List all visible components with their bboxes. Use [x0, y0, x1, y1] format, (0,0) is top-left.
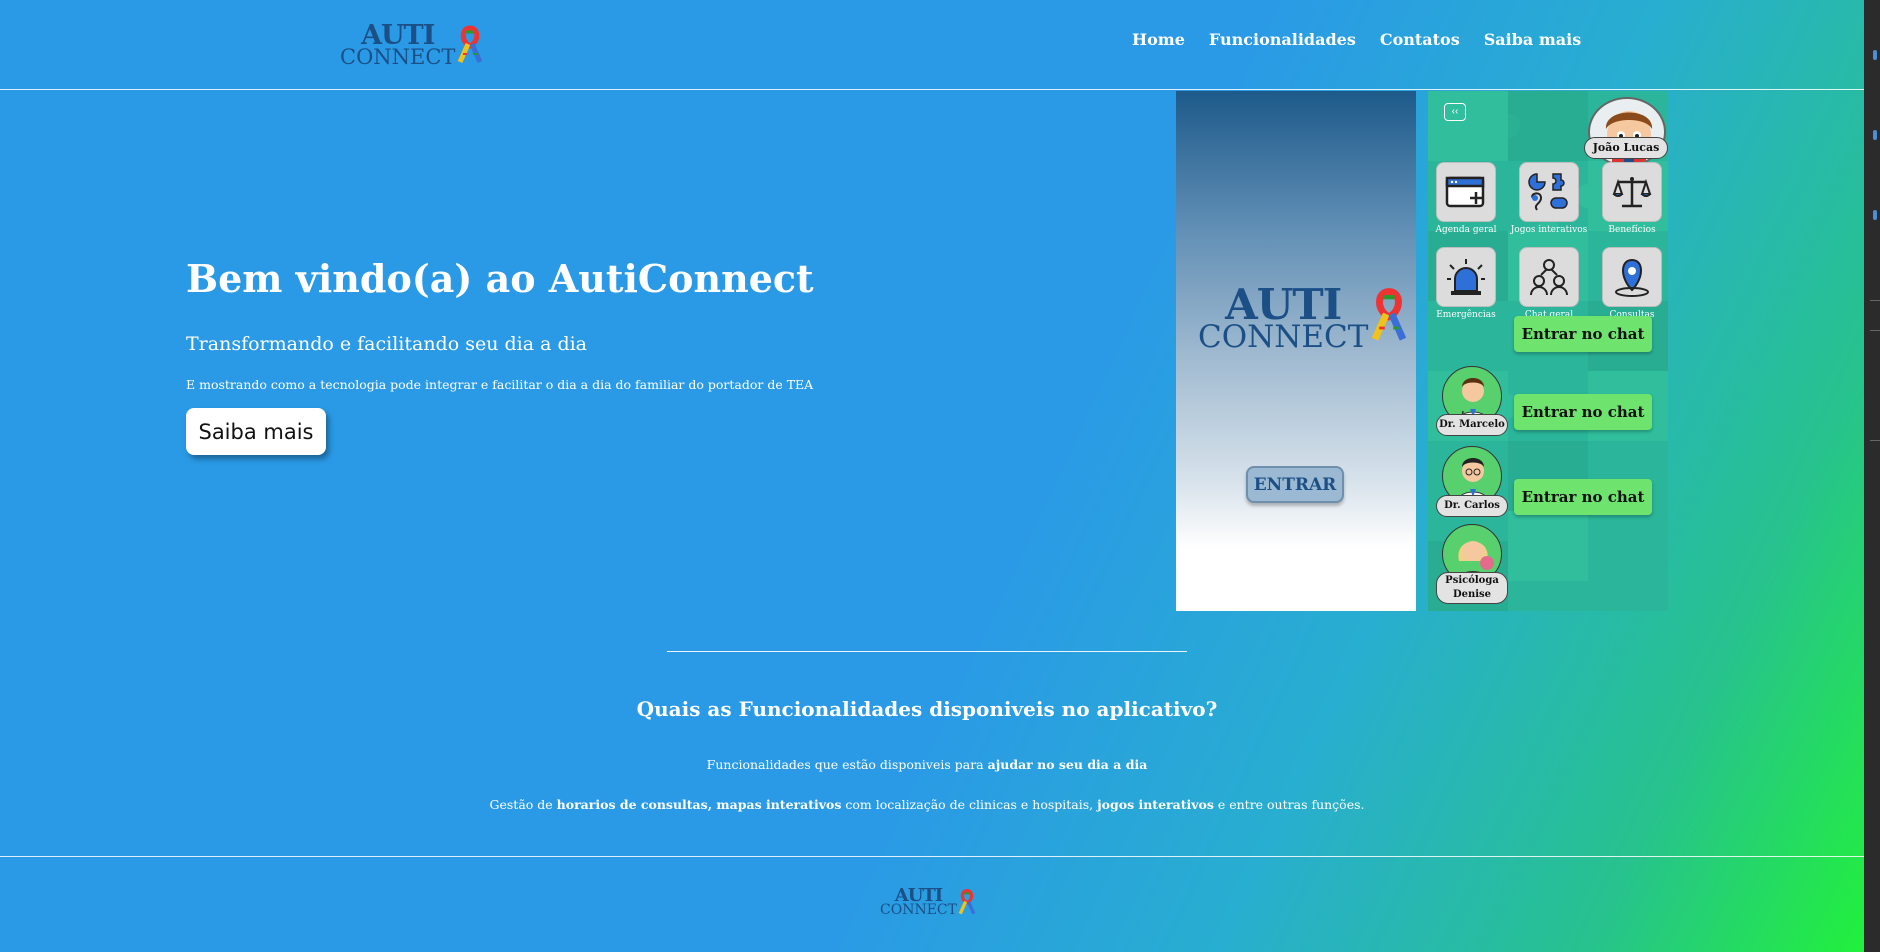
site-header: AUTI CONNECT Home Funcionalidades Contat…	[0, 0, 1864, 90]
page-background: AUTI CONNECT Home Funcionalidades Contat…	[0, 0, 1864, 952]
tile-consultas[interactable]	[1602, 247, 1662, 307]
hero-subtitle: Transformando e facilitando seu dia a di…	[186, 333, 588, 355]
section-divider	[667, 651, 1187, 652]
main-nav: Home Funcionalidades Contatos Saiba mais	[1132, 30, 1581, 49]
side-panel-divider	[1870, 300, 1880, 301]
features-intro: Funcionalidades que estão disponiveis pa…	[0, 757, 1854, 772]
entrar-no-chat-button-carlos[interactable]: Entrar no chat	[1514, 394, 1652, 430]
features-desc-part1: Gestão de	[489, 797, 557, 812]
user-name-badge: João Lucas	[1584, 137, 1668, 159]
side-panel-divider	[1870, 440, 1880, 441]
app-home-preview: ‹‹ João Lucas Agenda geral Jogos interat…	[1428, 91, 1668, 611]
preview-logo: AUTI CONNECT	[1198, 284, 1408, 355]
tile-label-beneficios: Benefícios	[1608, 225, 1656, 235]
tile-label-jogos: Jogos interativos	[1510, 225, 1588, 235]
side-panel-mark	[1873, 130, 1877, 140]
login-screen-preview: AUTI CONNECT ENTRAR	[1176, 91, 1416, 611]
back-button[interactable]: ‹‹	[1444, 103, 1466, 121]
side-panel-mark	[1873, 210, 1877, 220]
group-icon	[1530, 259, 1568, 296]
doctor-name-denise: Psicóloga Denise	[1436, 572, 1508, 604]
siren-icon	[1447, 259, 1485, 295]
games-icon	[1528, 173, 1568, 211]
entrar-button[interactable]: ENTRAR	[1246, 466, 1344, 503]
header-logo[interactable]: AUTI CONNECT	[340, 22, 483, 70]
features-desc-bold1: horarios de consultas, mapas interativos	[556, 797, 842, 812]
tile-agenda-geral[interactable]	[1436, 162, 1496, 222]
tile-label-emergencias: Emergências	[1436, 310, 1496, 320]
tile-emergencias[interactable]	[1436, 247, 1496, 307]
nav-contatos[interactable]: Contatos	[1380, 30, 1460, 49]
browser-side-panel	[1864, 0, 1880, 952]
footer-logo: AUTI CONNECT	[880, 886, 976, 919]
autism-ribbon-icon	[458, 25, 483, 64]
doctor-name-marcelo: Dr. Marcelo	[1436, 414, 1508, 436]
tile-label-agenda: Agenda geral	[1435, 225, 1497, 235]
features-title: Quais as Funcionalidades disponiveis no …	[636, 697, 1218, 721]
logo-text-connect: CONNECT	[880, 902, 957, 919]
footer-divider	[0, 856, 1864, 857]
entrar-no-chat-button-marcelo[interactable]: Entrar no chat	[1514, 316, 1652, 352]
autism-ribbon-icon	[1372, 288, 1407, 341]
doctor-name-carlos: Dr. Carlos	[1436, 495, 1508, 517]
nav-home[interactable]: Home	[1132, 30, 1185, 49]
features-intro-bold: ajudar no seu dia a dia	[987, 757, 1148, 772]
location-pin-icon	[1615, 258, 1649, 297]
nav-funcionalidades[interactable]: Funcionalidades	[1209, 30, 1356, 49]
autism-ribbon-icon	[958, 889, 976, 915]
tile-beneficios[interactable]	[1602, 162, 1662, 222]
nav-saiba-mais[interactable]: Saiba mais	[1484, 30, 1582, 49]
scale-icon	[1612, 177, 1652, 208]
doctor-name-denise-line2: Denise	[1452, 589, 1492, 600]
features-desc-part3: e entre outras funções.	[1213, 797, 1365, 812]
features-intro-text: Funcionalidades que estão disponiveis pa…	[706, 757, 988, 772]
features-desc-part2: com localização de clinicas e hospitais,	[841, 797, 1098, 812]
double-chevron-left-icon: ‹‹	[1451, 106, 1459, 117]
calendar-add-icon	[1445, 176, 1485, 208]
entrar-no-chat-button-denise[interactable]: Entrar no chat	[1514, 479, 1652, 515]
tile-chat-geral[interactable]	[1519, 247, 1579, 307]
saiba-mais-button[interactable]: Saiba mais	[186, 408, 326, 455]
logo-text-connect: CONNECT	[340, 45, 456, 70]
side-panel-mark	[1873, 50, 1877, 60]
hero-description: E mostrando como a tecnologia pode integ…	[186, 377, 814, 392]
logo-text-connect: CONNECT	[1198, 318, 1369, 355]
doctor-name-denise-line1: Psicóloga	[1445, 575, 1499, 586]
tile-jogos-interativos[interactable]	[1519, 162, 1579, 222]
hero-title: Bem vindo(a) ao AutiConnect	[186, 256, 814, 301]
features-desc-bold2: jogos interativos	[1097, 797, 1214, 812]
side-panel-divider	[1870, 330, 1880, 331]
features-description: Gestão de horarios de consultas, mapas i…	[0, 797, 1854, 812]
